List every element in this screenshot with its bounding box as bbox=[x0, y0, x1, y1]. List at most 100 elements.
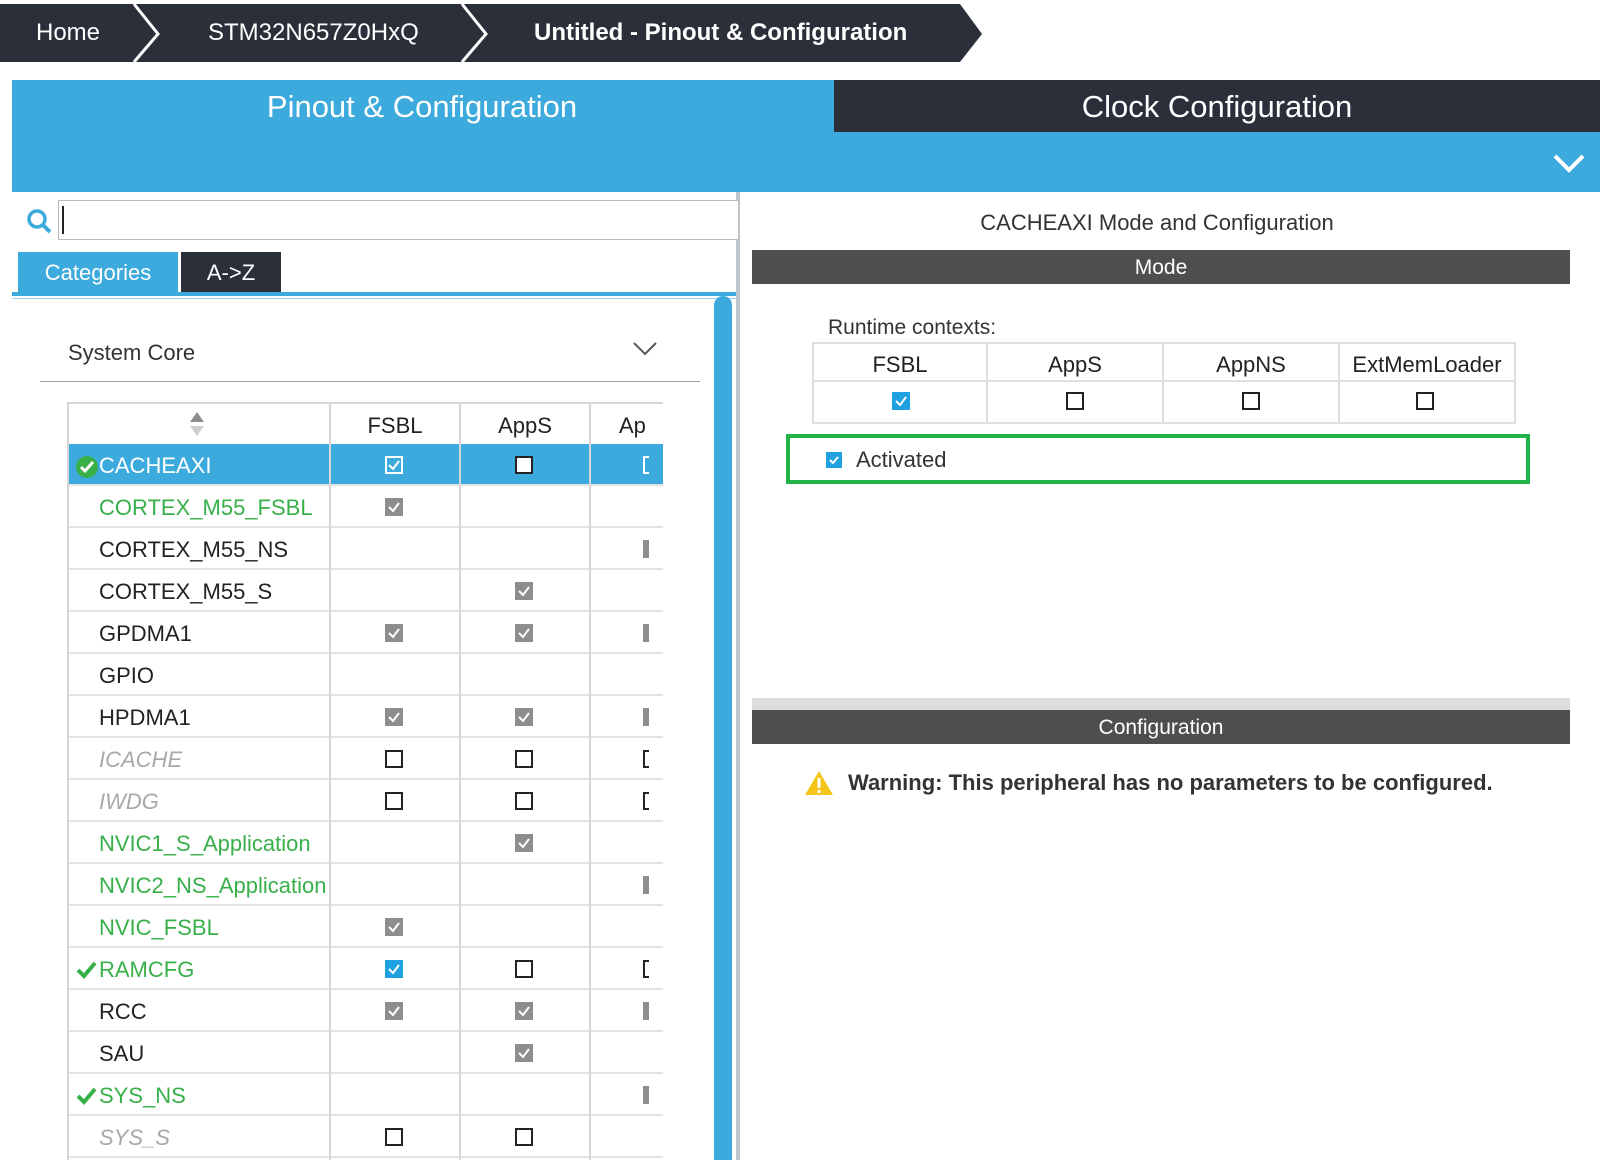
checkbox-fsbl[interactable] bbox=[385, 456, 403, 474]
checkbox-apps[interactable] bbox=[515, 1128, 533, 1146]
context-column-appns: AppNS bbox=[1164, 344, 1340, 422]
list-scrollbar[interactable] bbox=[714, 296, 732, 1160]
context-column-extmemloader: ExtMemLoader bbox=[1340, 344, 1514, 422]
table-row[interactable]: GPDMA1 bbox=[69, 612, 663, 654]
context-checkbox-fsbl[interactable] bbox=[892, 392, 910, 410]
checkbox-app3[interactable] bbox=[643, 750, 649, 768]
table-row[interactable]: SYS_S bbox=[69, 1116, 663, 1158]
tab-a-to-z[interactable]: A->Z bbox=[181, 252, 281, 292]
component-list-panel: Categories A->Z System Core FSBL AppS Ap… bbox=[12, 192, 740, 1160]
column-divider bbox=[589, 402, 591, 1160]
context-name: AppNS bbox=[1164, 344, 1338, 382]
checkbox-apps[interactable] bbox=[515, 456, 533, 474]
checkbox-apps[interactable] bbox=[515, 1044, 533, 1062]
search-icon bbox=[27, 209, 52, 234]
activated-highlight-box: Activated bbox=[786, 434, 1530, 484]
checkbox-apps[interactable] bbox=[515, 792, 533, 810]
runtime-contexts-label: Runtime contexts: bbox=[828, 316, 997, 339]
checkbox-app3[interactable] bbox=[643, 1086, 649, 1104]
checkbox-fsbl[interactable] bbox=[385, 1002, 403, 1020]
checkbox-app3[interactable] bbox=[643, 456, 649, 474]
peripheral-name: CORTEX_M55_FSBL bbox=[99, 495, 313, 520]
breadcrumb: Home STM32N657Z0HxQ Untitled - Pinout & … bbox=[0, 0, 1600, 64]
checkbox-apps[interactable] bbox=[515, 582, 533, 600]
checkbox-apps[interactable] bbox=[515, 750, 533, 768]
checkbox-app3[interactable] bbox=[643, 624, 649, 642]
context-checkbox-extmemloader[interactable] bbox=[1416, 392, 1434, 410]
checkbox-apps[interactable] bbox=[515, 1002, 533, 1020]
tab-pinout-configuration[interactable]: Pinout & Configuration bbox=[12, 80, 832, 132]
column-divider bbox=[459, 402, 461, 1160]
tab-categories[interactable]: Categories bbox=[18, 252, 178, 292]
context-name: ExtMemLoader bbox=[1340, 344, 1514, 382]
column-header-apps[interactable]: AppS bbox=[461, 404, 589, 446]
context-checkbox-appns[interactable] bbox=[1242, 392, 1260, 410]
column-header-fsbl[interactable]: FSBL bbox=[331, 404, 459, 446]
breadcrumb-current-page[interactable]: Untitled - Pinout & Configuration bbox=[534, 0, 907, 64]
peripheral-name: RAMCFG bbox=[99, 957, 195, 982]
checkbox-fsbl[interactable] bbox=[385, 624, 403, 642]
peripheral-name: IWDG bbox=[99, 789, 159, 814]
chevron-down-icon[interactable] bbox=[1552, 152, 1586, 174]
table-row[interactable]: CACHEAXI bbox=[69, 444, 663, 486]
peripheral-name: HPDMA1 bbox=[99, 705, 191, 730]
table-row[interactable]: ICACHE bbox=[69, 738, 663, 780]
peripheral-name: SAU bbox=[99, 1041, 145, 1066]
table-row[interactable]: NVIC2_NS_Application bbox=[69, 864, 663, 906]
context-checkbox-apps[interactable] bbox=[1066, 392, 1084, 410]
activated-label[interactable]: Activated bbox=[856, 447, 947, 473]
table-row[interactable]: SAU bbox=[69, 1032, 663, 1074]
section-divider[interactable] bbox=[752, 698, 1570, 710]
table-row[interactable]: HPDMA1 bbox=[69, 696, 663, 738]
table-row[interactable]: NVIC_FSBL bbox=[69, 906, 663, 948]
checkbox-app3[interactable] bbox=[643, 960, 649, 978]
chevron-down-icon[interactable] bbox=[632, 340, 658, 358]
checkbox-apps[interactable] bbox=[515, 708, 533, 726]
category-header[interactable]: System Core bbox=[68, 340, 195, 366]
checkbox-fsbl[interactable] bbox=[385, 708, 403, 726]
checkbox-apps[interactable] bbox=[515, 960, 533, 978]
checkbox-app3[interactable] bbox=[643, 540, 649, 558]
category-divider bbox=[40, 381, 700, 382]
activated-checkbox[interactable] bbox=[826, 452, 842, 468]
tab-clock-configuration[interactable]: Clock Configuration bbox=[834, 80, 1600, 132]
table-row[interactable]: SYS_NS bbox=[69, 1074, 663, 1116]
search-input[interactable] bbox=[58, 200, 738, 240]
table-row[interactable]: NVIC1_S_Application bbox=[69, 822, 663, 864]
runtime-contexts-table: FSBL AppS AppNS ExtMemLoader bbox=[812, 342, 1516, 424]
checkbox-fsbl[interactable] bbox=[385, 1128, 403, 1146]
table-row[interactable]: IWDG bbox=[69, 780, 663, 822]
sort-icon[interactable] bbox=[187, 410, 207, 440]
table-row[interactable]: CORTEX_M55_S bbox=[69, 570, 663, 612]
peripheral-name: CACHEAXI bbox=[99, 453, 212, 478]
checkbox-fsbl[interactable] bbox=[385, 792, 403, 810]
checkbox-apps[interactable] bbox=[515, 624, 533, 642]
check-icon bbox=[76, 961, 97, 979]
mode-section-header: Mode bbox=[752, 250, 1570, 284]
warning-message: Warning: This peripheral has no paramete… bbox=[848, 770, 1493, 795]
table-row[interactable]: CORTEX_M55_FSBL bbox=[69, 486, 663, 528]
checkbox-app3[interactable] bbox=[643, 792, 649, 810]
checkbox-fsbl[interactable] bbox=[385, 918, 403, 936]
table-row[interactable]: RCC bbox=[69, 990, 663, 1032]
checkbox-fsbl[interactable] bbox=[385, 498, 403, 516]
checkbox-app3[interactable] bbox=[643, 876, 649, 894]
peripheral-name: GPIO bbox=[99, 663, 155, 688]
peripheral-name: RCC bbox=[99, 999, 147, 1024]
breadcrumb-home[interactable]: Home bbox=[36, 0, 100, 64]
checkbox-apps[interactable] bbox=[515, 834, 533, 852]
table-row[interactable]: RAMCFG bbox=[69, 948, 663, 990]
peripheral-name: NVIC1_S_Application bbox=[99, 831, 311, 856]
checkbox-fsbl[interactable] bbox=[385, 960, 403, 978]
checkbox-app3[interactable] bbox=[643, 1002, 649, 1020]
breadcrumb-device[interactable]: STM32N657Z0HxQ bbox=[208, 0, 419, 64]
checkbox-fsbl[interactable] bbox=[385, 750, 403, 768]
peripheral-name: GPDMA1 bbox=[99, 621, 192, 646]
context-column-fsbl: FSBL bbox=[814, 344, 988, 422]
peripheral-name: NVIC_FSBL bbox=[99, 915, 219, 940]
checkbox-app3[interactable] bbox=[643, 708, 649, 726]
table-row[interactable]: GPIO bbox=[69, 654, 663, 696]
column-header-app-truncated[interactable]: Ap bbox=[591, 404, 663, 446]
table-row[interactable]: CORTEX_M55_NS bbox=[69, 528, 663, 570]
column-divider bbox=[329, 402, 331, 1160]
